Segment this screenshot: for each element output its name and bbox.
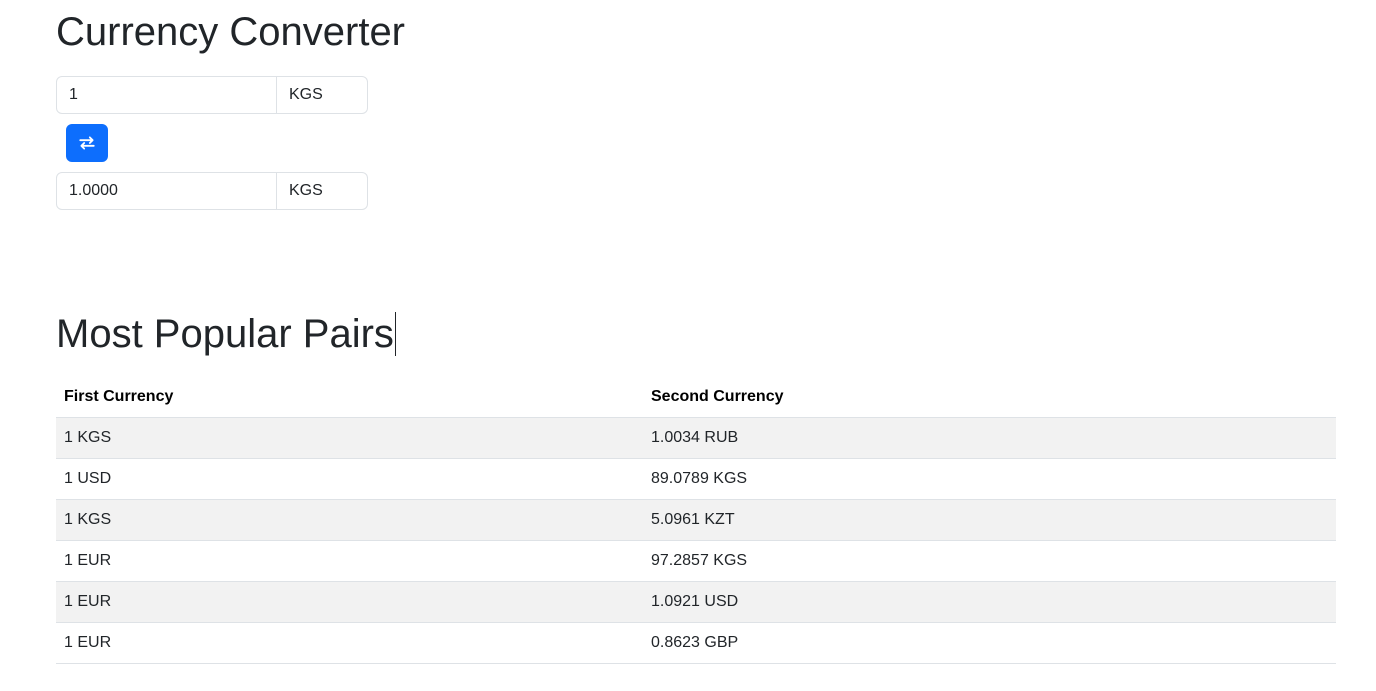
text-caret xyxy=(394,312,396,356)
first-currency-cell: 1 EUR xyxy=(56,622,643,664)
first-currency-cell: 1 EUR xyxy=(56,581,643,623)
swap-button[interactable] xyxy=(66,124,108,162)
second-currency-cell: 97.2857 KGS xyxy=(643,540,1336,582)
second-currency-cell: 0.8623 GBP xyxy=(643,622,1336,664)
table-row: 1 EUR 0.8623 GBP xyxy=(56,622,1336,664)
table-row: 1 USD 89.0789 KGS xyxy=(56,458,1336,500)
swap-arrows-icon xyxy=(79,136,95,150)
to-input-group: KGS xyxy=(56,172,368,210)
column-header-first-currency: First Currency xyxy=(56,377,643,418)
first-currency-cell: 1 USD xyxy=(56,458,643,500)
table-row: 1 EUR 1.0921 USD xyxy=(56,581,1336,623)
popular-pairs-table: First Currency Second Currency 1 KGS 1.0… xyxy=(56,377,1336,664)
from-currency-select[interactable]: KGS xyxy=(277,76,368,114)
from-input-group: KGS xyxy=(56,76,368,114)
table-row: 1 KGS 5.0961 KZT xyxy=(56,499,1336,541)
first-currency-cell: 1 EUR xyxy=(56,540,643,582)
popular-pairs-title-text: Most Popular Pairs xyxy=(56,312,394,356)
from-amount-input[interactable] xyxy=(56,76,277,114)
column-header-second-currency: Second Currency xyxy=(643,377,1336,418)
popular-pairs-title[interactable]: Most Popular Pairs xyxy=(56,310,396,358)
converter-title: Currency Converter xyxy=(56,10,406,54)
to-currency-select[interactable]: KGS xyxy=(277,172,368,210)
first-currency-cell: 1 KGS xyxy=(56,499,643,541)
to-amount-input[interactable] xyxy=(56,172,277,210)
second-currency-cell: 1.0921 USD xyxy=(643,581,1336,623)
second-currency-cell: 89.0789 KGS xyxy=(643,458,1336,500)
second-currency-cell: 1.0034 RUB xyxy=(643,417,1336,459)
table-row: 1 KGS 1.0034 RUB xyxy=(56,417,1336,459)
first-currency-cell: 1 KGS xyxy=(56,417,643,459)
table-header-row: First Currency Second Currency xyxy=(56,377,1336,418)
second-currency-cell: 5.0961 KZT xyxy=(643,499,1336,541)
table-row: 1 EUR 97.2857 KGS xyxy=(56,540,1336,582)
